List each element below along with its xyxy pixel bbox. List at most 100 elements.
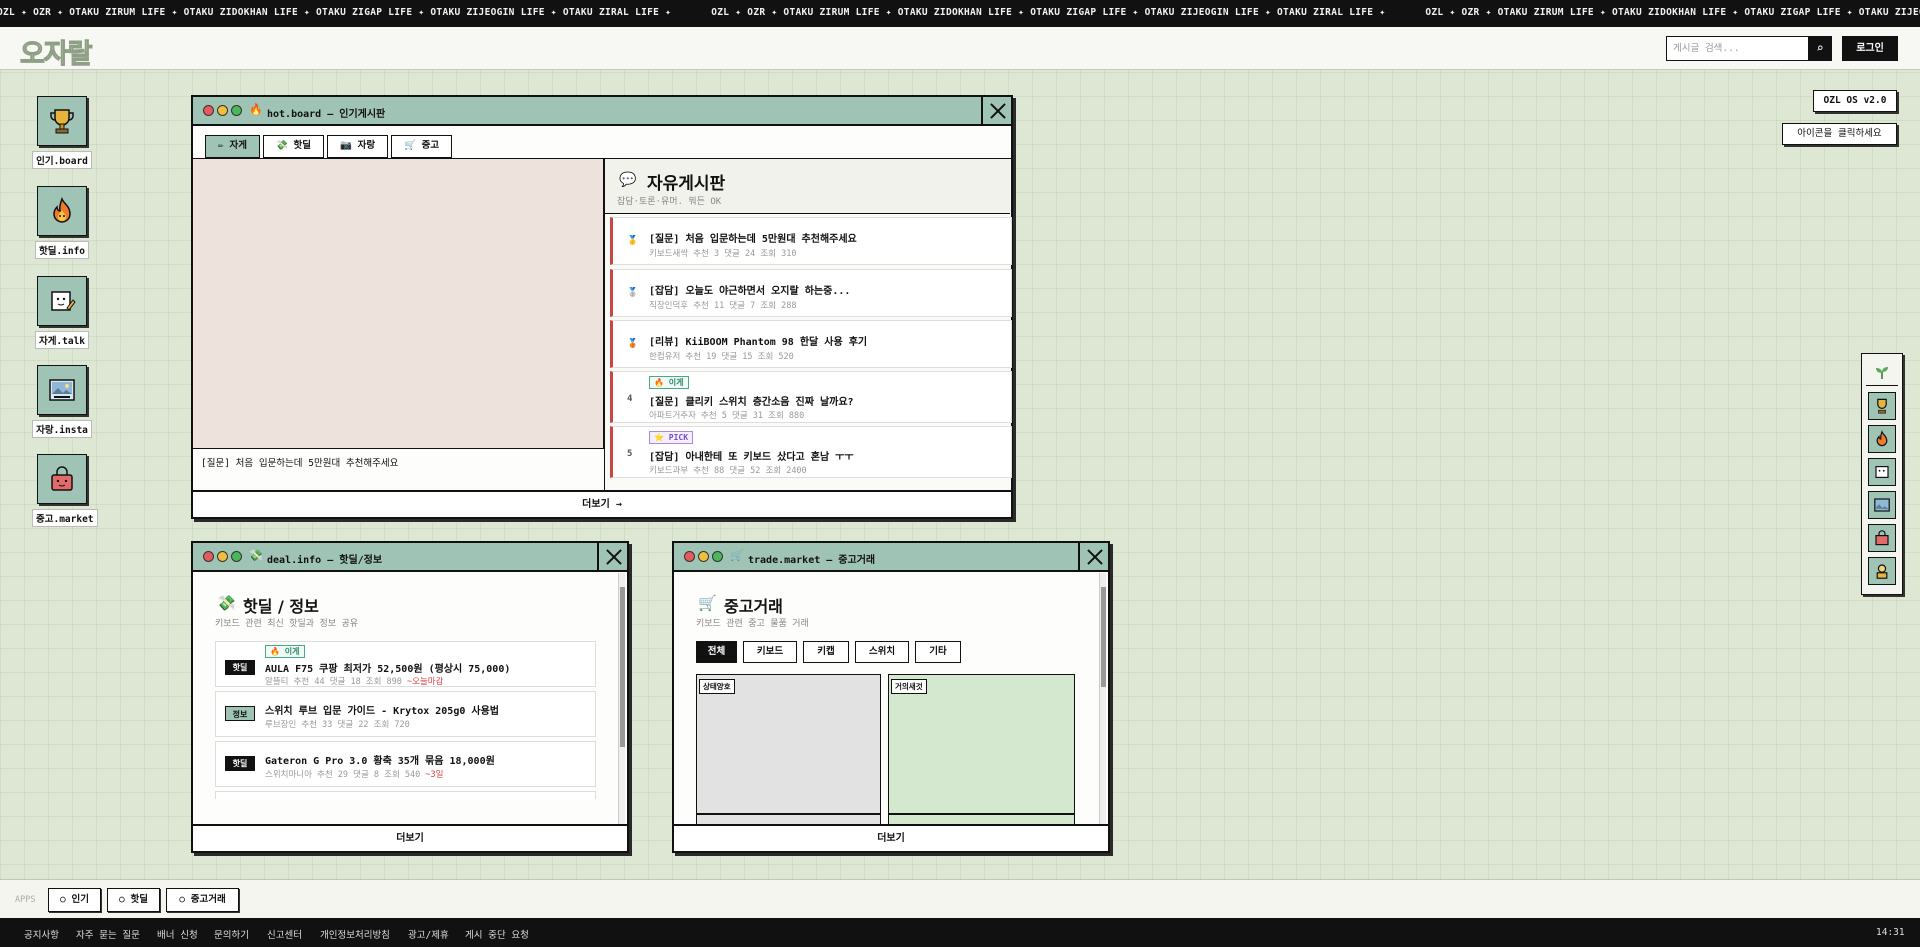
hot-badge: 🔥 이게: [265, 645, 305, 658]
desktop-icon-show-insta[interactable]: 자랑.insta: [32, 365, 92, 438]
window-titlebar[interactable]: 🔥 hot.board — 인기게시판: [193, 97, 1011, 126]
memo-icon[interactable]: [1868, 458, 1896, 486]
post-item[interactable]: 4 🔥 이게 [질문] 클리키 스위치 층간소음 진짜 날까요? 아파트거주자 …: [610, 371, 1012, 423]
post-preview-caption[interactable]: [질문] 처음 입문하는데 5만원대 추천해주세요: [201, 455, 398, 469]
window-minimize-dot[interactable]: [217, 551, 228, 562]
cart-icon: 🛒: [730, 549, 744, 562]
section-subtitle: 키보드 관련 중고 물품 거래: [696, 619, 809, 629]
scrollbar-thumb[interactable]: [620, 587, 625, 747]
trophy-icon[interactable]: [1868, 392, 1896, 420]
post-item[interactable]: 🥉 [리뷰] KiiBOOM Phantom 98 한달 사용 후기 한컴유저 …: [610, 320, 1012, 368]
more-button[interactable]: 더보기: [193, 824, 627, 851]
tab-label: 핫딜: [293, 140, 312, 151]
post-rank: 4: [627, 394, 633, 404]
window-titlebar[interactable]: 🛒 trade.market — 중고거래: [674, 543, 1108, 572]
filter-all[interactable]: 전체: [696, 641, 737, 663]
desktop-icon-hot-board[interactable]: 인기.board: [32, 96, 92, 169]
fire-icon[interactable]: [1868, 425, 1896, 453]
post-title: [리뷰] KiiBOOM Phantom 98 한달 사용 후기: [649, 337, 868, 348]
close-icon[interactable]: [981, 97, 1011, 124]
filter-etc[interactable]: 기타: [915, 641, 961, 663]
deal-item[interactable]: 핫딜 Gateron G Pro 3.0 황축 35개 묶음 18,000원 스…: [215, 741, 596, 787]
footer-link-takedown[interactable]: 게시 중단 요청: [465, 927, 529, 941]
footer-link-privacy[interactable]: 개인정보처리방침: [320, 927, 390, 941]
footer-link-ads[interactable]: 광고/제휴: [408, 927, 449, 941]
window-minimize-dot[interactable]: [217, 105, 228, 116]
post-item[interactable]: 5 ⭐ PICK [잡담] 아내한테 또 키보드 샀다고 혼남 ㅜㅜ 키보드과부…: [610, 426, 1012, 478]
post-title: [잡담] 아내한테 또 키보드 샀다고 혼남 ㅜㅜ: [649, 452, 854, 463]
post-rank: 5: [627, 449, 633, 459]
window-minimize-dot[interactable]: [698, 551, 709, 562]
desktop-icon-free-talk[interactable]: 자게.talk: [32, 276, 92, 349]
more-button[interactable]: 더보기 →: [193, 490, 1011, 517]
silver-medal-icon: 🥈: [627, 288, 639, 298]
post-title: [질문] 처음 입문하는데 5만원대 추천해주세요: [649, 234, 857, 245]
pencil-icon: ✏: [218, 140, 224, 151]
os-version-badge: OZL OS v2.0: [1813, 90, 1897, 112]
desktop-icon-used-market[interactable]: 중고.market: [32, 454, 98, 527]
tab-hot-deal[interactable]: 💸 핫딜: [262, 135, 325, 158]
filter-keyboard[interactable]: 키보드: [743, 641, 797, 663]
search-input[interactable]: [1666, 36, 1822, 61]
window-titlebar[interactable]: 💸 deal.info — 핫딜/정보: [193, 543, 627, 572]
money-icon: 💸: [217, 594, 236, 612]
tab-used[interactable]: 🛒 중고: [391, 135, 453, 158]
filter-switch[interactable]: 스위치: [855, 641, 909, 663]
site-footer: 공지사항 자주 묻는 질문 배너 신청 문의하기 신고센터 개인정보처리방침 광…: [0, 918, 1920, 947]
deal-tag: 핫딜: [225, 660, 255, 675]
market-card[interactable]: 상태양호: [696, 674, 881, 825]
memo-icon: [37, 276, 87, 326]
marquee-text: OZL ✦ OZR ✦ OTAKU ZIRUM LIFE ✦ OTAKU ZID…: [711, 7, 1386, 18]
money-icon: 💸: [275, 140, 288, 151]
site-logo[interactable]: 오자랄: [20, 32, 94, 71]
scrollbar-thumb[interactable]: [1101, 587, 1106, 687]
taskbar-app-trade[interactable]: ○ 중고거래: [166, 888, 239, 912]
deal-item[interactable]: [215, 791, 596, 799]
close-icon[interactable]: [597, 543, 627, 570]
deal-item[interactable]: 🔥 이게 핫딜 AULA F75 쿠팡 최저가 52,500원 (평상시 75,…: [215, 641, 596, 687]
window-hot-board: 🔥 hot.board — 인기게시판 ✏ 자게 💸 핫딜 📷 자랑 🛒 중고 …: [191, 95, 1013, 519]
post-meta: 키보드새싹 추천 3 댓글 24 조회 310: [649, 249, 797, 259]
window-title: deal.info — 핫딜/정보: [267, 555, 383, 566]
deal-title: AULA F75 쿠팡 최저가 52,500원 (평상시 75,000): [265, 664, 511, 675]
desktop-icon-deal-info[interactable]: 핫딜.info: [32, 186, 92, 259]
site-header: [0, 27, 1920, 70]
footer-link-report[interactable]: 신고센터: [267, 927, 302, 941]
filter-keycap[interactable]: 키캡: [803, 641, 849, 663]
photo-icon[interactable]: [1868, 491, 1896, 519]
person-icon[interactable]: [1868, 557, 1896, 585]
marquee-ticker: OZL ✦ OZR ✦ OTAKU ZIRUM LIFE ✦ OTAKU ZID…: [0, 0, 1920, 27]
window-close-dot[interactable]: [203, 551, 214, 562]
footer-link-notice[interactable]: 공지사항: [24, 927, 59, 941]
tab-free-talk[interactable]: ✏ 자게: [205, 135, 260, 158]
deal-item[interactable]: 정보 스위치 루브 입문 가이드 - Krytox 205g0 사용법 루브장인…: [215, 691, 596, 737]
pick-badge: ⭐ PICK: [649, 431, 694, 444]
post-preview-image[interactable]: [193, 158, 604, 449]
scrollbar[interactable]: [1099, 573, 1106, 825]
post-item[interactable]: 🥇 [질문] 처음 입문하는데 5만원대 추천해주세요 키보드새싹 추천 3 댓…: [610, 217, 1012, 265]
market-card[interactable]: 거의새것: [888, 674, 1075, 825]
login-button[interactable]: 로그인: [1842, 36, 1898, 61]
window-maximize-dot[interactable]: [231, 551, 242, 562]
more-button[interactable]: 더보기: [674, 824, 1108, 851]
deal-title: 스위치 루브 입문 가이드 - Krytox 205g0 사용법: [265, 706, 499, 717]
tab-show-off[interactable]: 📷 자랑: [327, 135, 389, 158]
close-icon[interactable]: [1078, 543, 1108, 570]
taskbar-app-hot[interactable]: ○ 인기: [48, 888, 101, 912]
footer-link-contact[interactable]: 문의하기: [214, 927, 249, 941]
search-button[interactable]: ⌕: [1808, 36, 1832, 61]
footer-link-faq[interactable]: 자주 묻는 질문: [76, 927, 140, 941]
window-close-dot[interactable]: [684, 551, 695, 562]
bag-icon[interactable]: [1868, 524, 1896, 552]
window-trade-market: 🛒 trade.market — 중고거래 🛒 중고거래 키보드 관련 중고 물…: [672, 541, 1110, 853]
window-maximize-dot[interactable]: [712, 551, 723, 562]
footer-link-banner[interactable]: 배너 신청: [157, 927, 198, 941]
scrollbar[interactable]: [618, 573, 625, 825]
taskbar-app-deal[interactable]: ○ 핫딜: [107, 888, 160, 912]
window-close-dot[interactable]: [203, 105, 214, 116]
window-maximize-dot[interactable]: [231, 105, 242, 116]
post-item[interactable]: 🥈 [잡담] 오늘도 야근하면서 오지랄 하는중... 직장인덕후 추천 11 …: [610, 269, 1012, 317]
clock: 14:31: [1876, 927, 1905, 938]
info-tag: 정보: [225, 706, 255, 721]
sprout-icon[interactable]: [1866, 358, 1898, 386]
